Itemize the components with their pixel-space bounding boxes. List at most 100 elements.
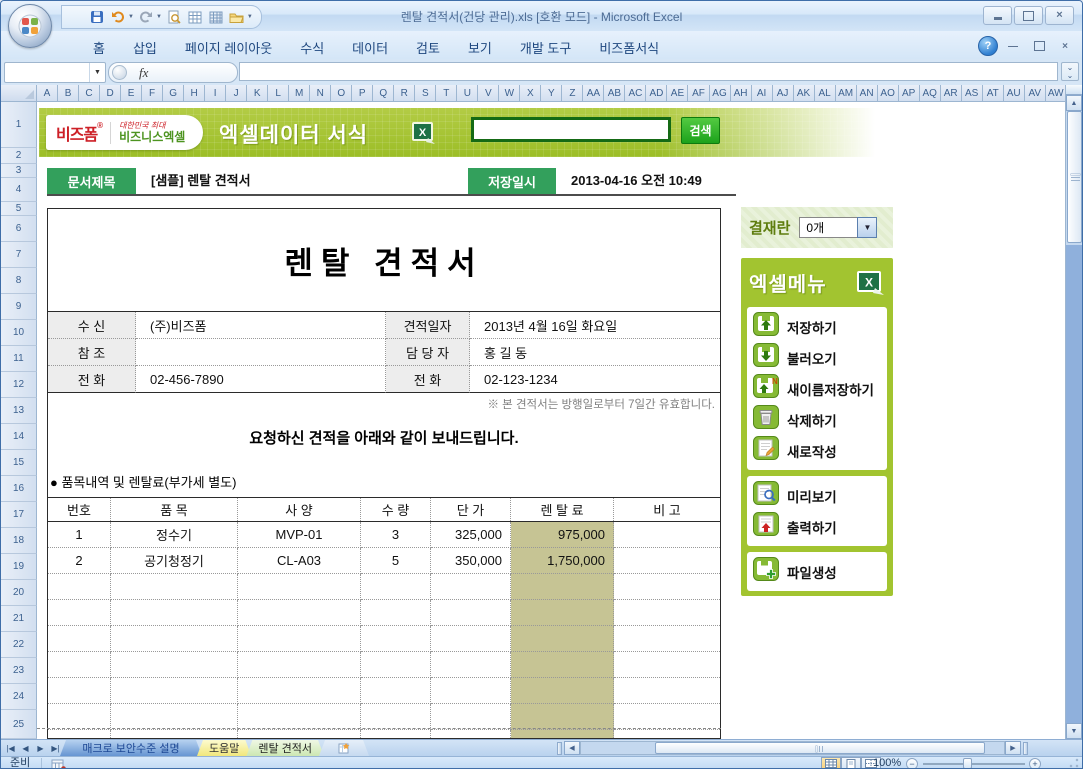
row-header-23[interactable]: 23 <box>1 658 37 684</box>
item-cell[interactable] <box>431 626 511 652</box>
item-cell[interactable]: 1,750,000 <box>511 548 614 574</box>
item-cell[interactable] <box>614 652 720 678</box>
vertical-scroll-track[interactable] <box>1066 245 1082 723</box>
info-value[interactable] <box>136 339 386 366</box>
next-sheet-icon[interactable]: ▶ <box>33 741 48 755</box>
sheet-canvas[interactable]: 비즈폼® 대한민국 최대 비즈니스엑셀 엑셀데이터 서식 X 검색 문서제목 [… <box>37 102 1067 739</box>
item-cell[interactable]: 3 <box>361 522 431 548</box>
page-layout-view-icon[interactable] <box>841 757 861 768</box>
help-icon[interactable]: ? <box>978 36 998 56</box>
column-header-AH[interactable]: AH <box>730 85 752 102</box>
close-button[interactable]: × <box>1045 6 1074 25</box>
menu-item-저장하기[interactable]: 저장하기 <box>753 311 881 342</box>
vertical-split-handle[interactable] <box>1066 85 1082 95</box>
doc-title-value[interactable]: [샘플] 렌탈 견적서 <box>151 168 251 194</box>
column-header-AL[interactable]: AL <box>814 85 836 102</box>
item-cell[interactable]: 975,000 <box>511 522 614 548</box>
item-cell[interactable]: 5 <box>361 548 431 574</box>
column-header-AD[interactable]: AD <box>646 85 668 102</box>
scroll-right-icon[interactable]: ▶ <box>1005 741 1021 755</box>
column-header-AJ[interactable]: AJ <box>772 85 794 102</box>
ribbon-tab-3[interactable]: 수식 <box>286 34 338 61</box>
column-header-AT[interactable]: AT <box>982 85 1004 102</box>
item-cell[interactable] <box>361 730 431 738</box>
sheet-tab-1[interactable]: 도움말 <box>197 740 251 756</box>
scroll-down-icon[interactable]: ▼ <box>1066 723 1082 739</box>
row-header-8[interactable]: 8 <box>1 268 37 294</box>
item-cell[interactable] <box>511 600 614 626</box>
sheet-tab-2[interactable]: 렌탈 견적서 <box>246 740 324 756</box>
saved-at-value[interactable]: 2013-04-16 오전 10:49 <box>571 168 702 194</box>
row-header-25[interactable]: 25 <box>1 710 37 739</box>
quotation-title[interactable]: 렌탈 견적서 <box>48 209 720 311</box>
row-header-16[interactable]: 16 <box>1 476 37 502</box>
chevron-down-icon[interactable]: ▼ <box>857 217 878 238</box>
column-header-G[interactable]: G <box>163 85 185 102</box>
item-cell[interactable] <box>48 678 111 704</box>
column-header-P[interactable]: P <box>352 85 374 102</box>
item-cell[interactable] <box>48 626 111 652</box>
item-cell[interactable] <box>48 600 111 626</box>
column-header-AR[interactable]: AR <box>940 85 962 102</box>
item-cell[interactable] <box>111 652 238 678</box>
row-header-9[interactable]: 9 <box>1 294 37 320</box>
insert-sheet-tab[interactable] <box>319 740 369 756</box>
item-cell[interactable] <box>614 522 720 548</box>
column-header-D[interactable]: D <box>100 85 122 102</box>
row-header-3[interactable]: 3 <box>1 164 37 178</box>
item-cell[interactable] <box>614 678 720 704</box>
normal-view-icon[interactable] <box>821 757 841 768</box>
column-header-N[interactable]: N <box>310 85 332 102</box>
row-header-4[interactable]: 4 <box>1 178 37 202</box>
row-header-20[interactable]: 20 <box>1 580 37 606</box>
row-header-19[interactable]: 19 <box>1 554 37 580</box>
column-header-M[interactable]: M <box>289 85 311 102</box>
column-header-W[interactable]: W <box>499 85 521 102</box>
scroll-up-icon[interactable]: ▲ <box>1066 95 1082 111</box>
workbook-minimize-button[interactable]: — <box>1002 39 1024 54</box>
column-header-AN[interactable]: AN <box>856 85 878 102</box>
item-cell[interactable] <box>431 574 511 600</box>
ribbon-tab-6[interactable]: 보기 <box>454 34 506 61</box>
name-box[interactable]: ▼ <box>4 62 106 83</box>
item-cell[interactable]: 정수기 <box>111 522 238 548</box>
info-value[interactable]: 02-123-1234 <box>470 366 720 393</box>
row-header-17[interactable]: 17 <box>1 502 37 528</box>
column-header-Z[interactable]: Z <box>562 85 584 102</box>
column-header-AE[interactable]: AE <box>667 85 689 102</box>
sheet-tab-0[interactable]: 매크로 보안수준 설명 <box>60 740 202 756</box>
column-header-H[interactable]: H <box>184 85 206 102</box>
item-cell[interactable] <box>431 730 511 738</box>
column-header-AG[interactable]: AG <box>709 85 731 102</box>
column-header-AC[interactable]: AC <box>625 85 647 102</box>
menu-item-새이름저장하기[interactable]: N 새이름저장하기 <box>753 373 881 404</box>
column-header-X[interactable]: X <box>520 85 542 102</box>
column-header-F[interactable]: F <box>142 85 164 102</box>
column-header-AK[interactable]: AK <box>793 85 815 102</box>
row-header-24[interactable]: 24 <box>1 684 37 710</box>
item-cell[interactable] <box>111 574 238 600</box>
item-cell[interactable] <box>511 730 614 738</box>
item-cell[interactable] <box>48 574 111 600</box>
row-header-5[interactable]: 5 <box>1 202 37 216</box>
row-header-22[interactable]: 22 <box>1 632 37 658</box>
item-cell[interactable]: 1 <box>48 522 111 548</box>
scroll-left-icon[interactable]: ◀ <box>564 741 580 755</box>
ribbon-tab-5[interactable]: 검토 <box>402 34 454 61</box>
item-cell[interactable]: 350,000 <box>431 548 511 574</box>
item-cell[interactable]: CL-A03 <box>238 548 361 574</box>
item-cell[interactable] <box>511 678 614 704</box>
column-header-A[interactable]: A <box>37 85 59 102</box>
quotation-message[interactable]: 요청하신 견적을 아래와 같이 보내드립니다. <box>48 414 720 461</box>
menu-item-출력하기[interactable]: 출력하기 <box>753 511 881 542</box>
ribbon-tab-7[interactable]: 개발 도구 <box>506 34 585 61</box>
item-cell[interactable]: 공기청정기 <box>111 548 238 574</box>
column-header-S[interactable]: S <box>415 85 437 102</box>
info-value[interactable]: 2013년 4월 16일 화요일 <box>470 312 720 339</box>
item-cell[interactable] <box>431 704 511 730</box>
column-header-V[interactable]: V <box>478 85 500 102</box>
vertical-scroll-thumb[interactable] <box>1067 111 1082 243</box>
ribbon-tab-1[interactable]: 삽입 <box>119 34 171 61</box>
item-cell[interactable] <box>361 678 431 704</box>
formula-bar-expand-button[interactable]: ⌄ ⌄ <box>1061 62 1079 81</box>
